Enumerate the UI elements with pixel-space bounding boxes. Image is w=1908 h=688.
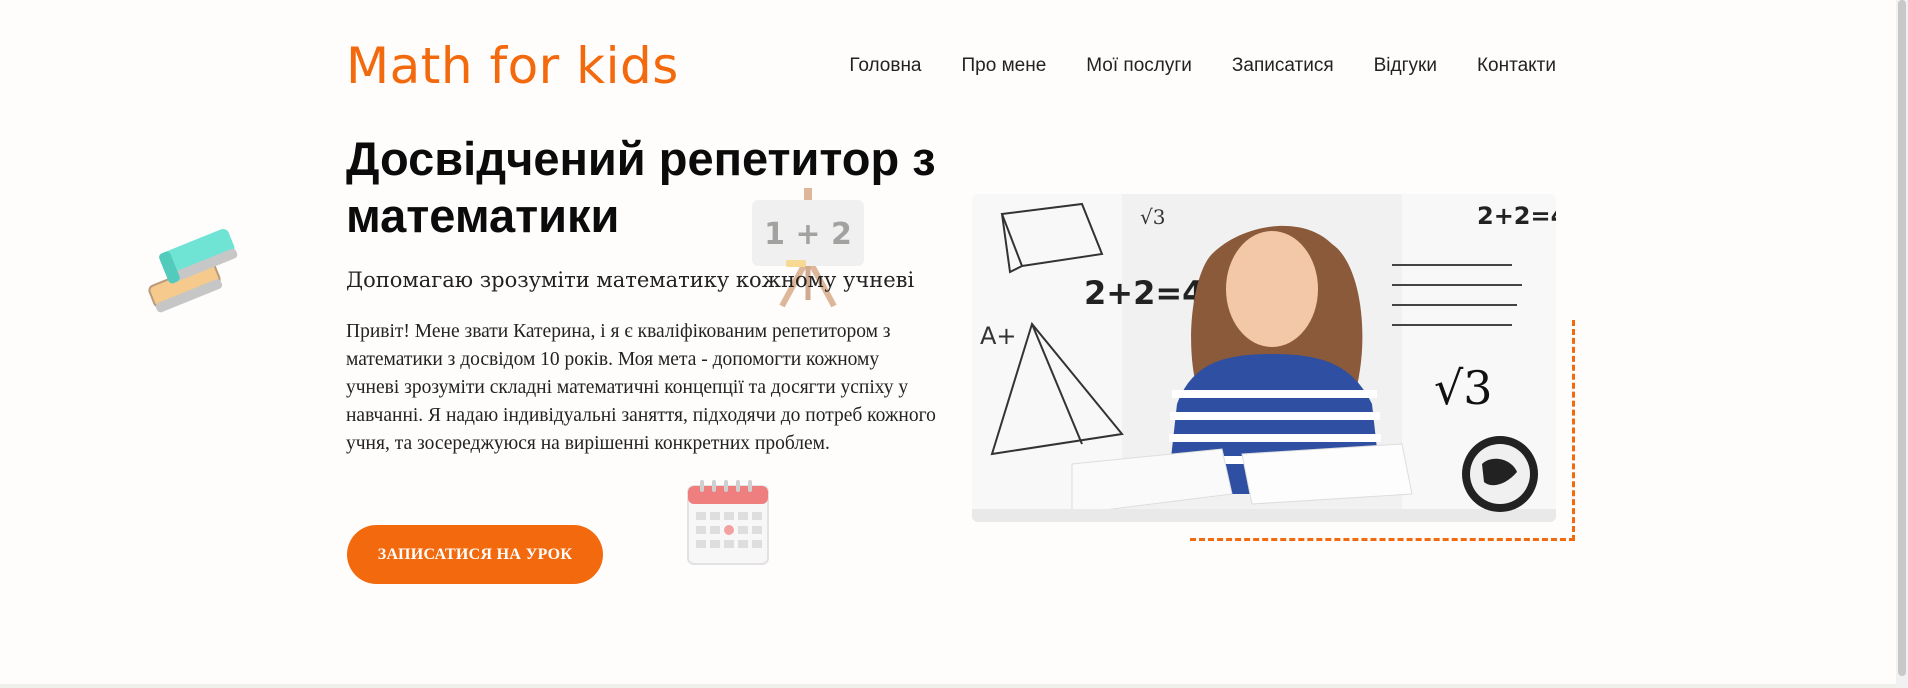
hero-title: Досвідчений репетитор з математики xyxy=(346,132,936,242)
hero-description: Привіт! Мене звати Катерина, і я є квалі… xyxy=(346,321,936,454)
book-stack-icon xyxy=(148,228,238,313)
book-lesson-button[interactable]: ЗАПИСАТИСЯ НА УРОК xyxy=(347,525,603,584)
site-logo[interactable]: Math for kids xyxy=(346,36,679,96)
hero-photo: 2+2=4 √3 A+ 2+2=4 √3 xyxy=(972,194,1556,522)
photo-note-2: 2+2=4 xyxy=(1477,202,1556,230)
photo-note-4: A+ xyxy=(980,322,1017,350)
main-nav: Головна Про мене Мої послуги Записатися … xyxy=(849,52,1556,80)
nav-about[interactable]: Про мене xyxy=(962,52,1047,80)
photo-note-3: √3 xyxy=(1140,205,1165,229)
photo-note-5: √3 xyxy=(1434,361,1493,415)
nav-services[interactable]: Мої послуги xyxy=(1086,52,1192,80)
page-scrollbar[interactable] xyxy=(1896,0,1908,688)
nav-home[interactable]: Головна xyxy=(849,52,921,80)
calendar-icon xyxy=(687,480,769,565)
nav-contacts[interactable]: Контакти xyxy=(1477,52,1556,80)
tutor-photo-illustration: 2+2=4 √3 A+ 2+2=4 √3 xyxy=(972,194,1556,522)
scrollbar-thumb[interactable] xyxy=(1898,0,1906,676)
nav-signup[interactable]: Записатися xyxy=(1232,52,1334,80)
hero-subtitle: Допомагаю зрозуміти математику кожному у… xyxy=(346,268,915,292)
nav-reviews[interactable]: Відгуки xyxy=(1374,52,1437,80)
photo-note-1: 2+2=4 xyxy=(1084,274,1204,312)
next-section-edge xyxy=(0,684,1896,688)
